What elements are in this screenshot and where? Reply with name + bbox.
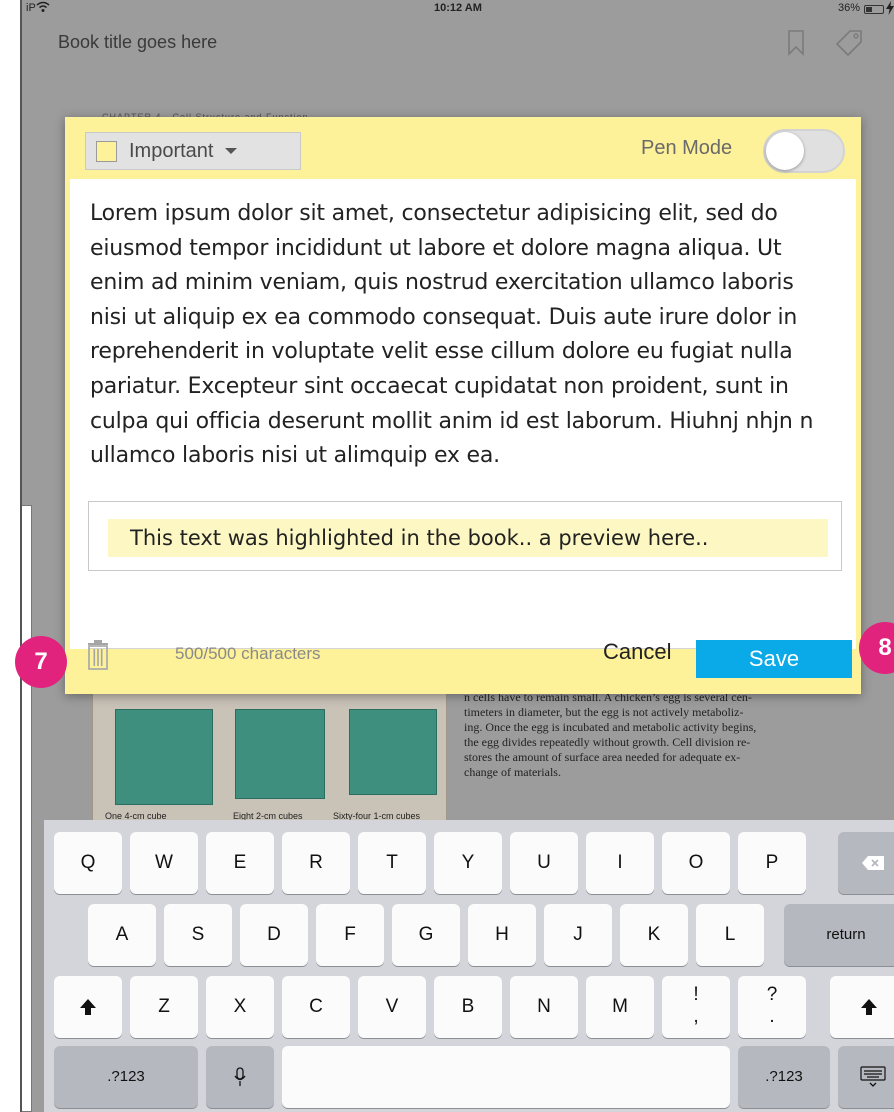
battery-icon xyxy=(864,5,884,14)
wifi-icon xyxy=(36,1,50,12)
key-r[interactable]: R xyxy=(282,832,350,894)
side-panel-edge xyxy=(22,505,32,1112)
key-a[interactable]: A xyxy=(88,904,156,966)
cube-2cm-group xyxy=(235,709,325,799)
key-s[interactable]: S xyxy=(164,904,232,966)
book-text-line: the egg divides repeatedly without growt… xyxy=(464,735,751,749)
key-g[interactable]: G xyxy=(392,904,460,966)
key-z[interactable]: Z xyxy=(130,976,198,1038)
hide-keyboard-key[interactable] xyxy=(838,1046,894,1108)
chevron-down-icon xyxy=(225,148,238,154)
battery-percent: 36% xyxy=(837,2,860,14)
key-p[interactable]: P xyxy=(738,832,806,894)
cube-1cm-group xyxy=(349,709,437,795)
backspace-icon xyxy=(862,855,884,870)
figure-cubes: One 4-cm cube Eight 2-cm cubes Sixty-fou… xyxy=(92,690,447,825)
bookmark-icon[interactable] xyxy=(788,30,804,56)
highlight-preview-text: This text was highlighted in the book.. … xyxy=(108,519,828,557)
note-dialog: Important Pen Mode Lorem ipsum dolor sit… xyxy=(65,117,861,694)
shift-icon xyxy=(861,998,877,1015)
numbers-key-right[interactable]: .?123 xyxy=(738,1046,830,1108)
charging-icon xyxy=(886,1,894,15)
key-h[interactable]: H xyxy=(468,904,536,966)
shift-key-left[interactable] xyxy=(54,976,122,1038)
return-key[interactable]: return xyxy=(784,904,894,966)
note-body[interactable]: Lorem ipsum dolor sit amet, consectetur … xyxy=(70,179,856,649)
clock: 10:12 AM xyxy=(434,2,482,14)
highlight-preview: This text was highlighted in the book.. … xyxy=(88,501,842,571)
keyboard-hide-icon xyxy=(860,1066,886,1087)
shift-key-right[interactable] xyxy=(830,976,894,1038)
cancel-button[interactable]: Cancel xyxy=(603,639,671,665)
shift-icon xyxy=(80,998,96,1015)
book-text: n cells have to remain small. A chicken’… xyxy=(464,690,864,820)
key-o[interactable]: O xyxy=(662,832,730,894)
tag-label: Important xyxy=(129,139,214,162)
key-v[interactable]: V xyxy=(358,976,426,1038)
backspace-key[interactable] xyxy=(838,832,894,894)
key-question-period[interactable]: ?. xyxy=(738,976,806,1038)
callout-badge: 7 xyxy=(15,636,67,688)
device-screen: iP 10:12 AM 36% Book title goes here C H A… xyxy=(20,0,894,1112)
key-n[interactable]: N xyxy=(510,976,578,1038)
key-b[interactable]: B xyxy=(434,976,502,1038)
tag-color-swatch xyxy=(96,140,117,162)
character-count: 500/500 characters xyxy=(175,644,321,663)
key-y[interactable]: Y xyxy=(434,832,502,894)
key-m[interactable]: M xyxy=(586,976,654,1038)
key-f[interactable]: F xyxy=(316,904,384,966)
book-text-line: timeters in diameter, but the egg is not… xyxy=(464,705,744,719)
tag-dropdown[interactable]: Important xyxy=(85,132,301,170)
key-e[interactable]: E xyxy=(206,832,274,894)
tag-icon[interactable] xyxy=(834,28,864,58)
toggle-knob xyxy=(766,132,804,170)
key-c[interactable]: C xyxy=(282,976,350,1038)
dictation-key[interactable] xyxy=(206,1046,274,1108)
key-u[interactable]: U xyxy=(510,832,578,894)
microphone-icon xyxy=(234,1067,246,1086)
key-exclaim-comma[interactable]: !, xyxy=(662,976,730,1038)
numbers-key-left[interactable]: .?123 xyxy=(54,1046,198,1108)
key-x[interactable]: X xyxy=(206,976,274,1038)
cube-4cm xyxy=(115,709,213,805)
carrier-label: iP xyxy=(26,2,36,14)
space-key[interactable] xyxy=(282,1046,730,1108)
key-l[interactable]: L xyxy=(696,904,764,966)
status-bar: iP 10:12 AM 36% xyxy=(22,0,894,20)
book-text-line: change of materials. xyxy=(464,765,561,779)
book-text-line: ing. Once the egg is incubated and metab… xyxy=(464,720,757,734)
on-screen-keyboard: Q W E R T Y U I O P A S D F G H J K Lreturn Z X C V B N M!,?. .?12… xyxy=(44,820,894,1112)
key-i[interactable]: I xyxy=(586,832,654,894)
key-k[interactable]: K xyxy=(620,904,688,966)
key-j[interactable]: J xyxy=(544,904,612,966)
pen-mode-toggle[interactable] xyxy=(763,129,845,173)
pen-mode-label: Pen Mode xyxy=(641,137,733,159)
key-d[interactable]: D xyxy=(240,904,308,966)
book-title: Book title goes here xyxy=(58,32,218,52)
key-w[interactable]: W xyxy=(130,832,198,894)
book-text-line: stores the amount of surface area needed… xyxy=(464,750,741,764)
save-button[interactable]: Save xyxy=(696,640,852,678)
trash-icon[interactable] xyxy=(85,640,111,670)
key-t[interactable]: T xyxy=(358,832,426,894)
note-text-area[interactable]: Lorem ipsum dolor sit amet, consectetur … xyxy=(90,197,836,474)
key-q[interactable]: Q xyxy=(54,832,122,894)
